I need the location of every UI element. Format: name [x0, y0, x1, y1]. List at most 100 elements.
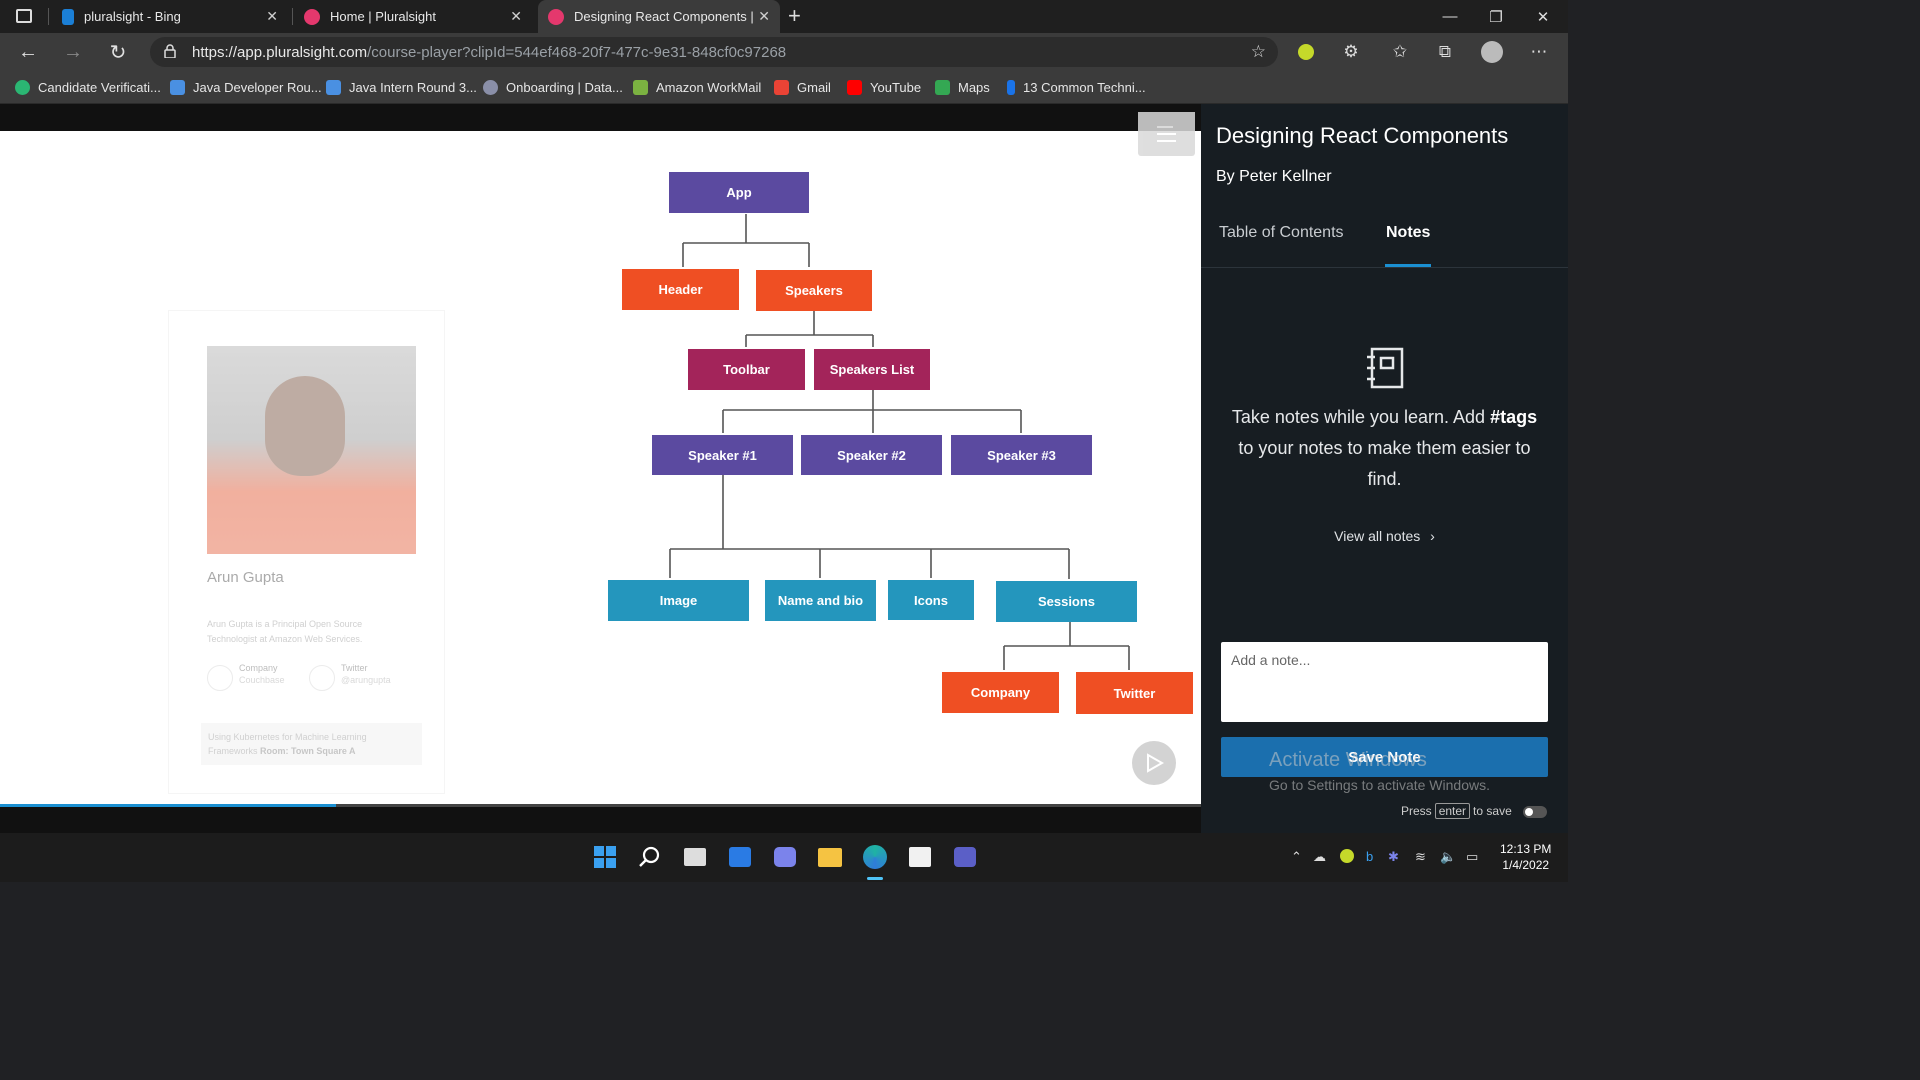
next-clip-button[interactable]	[1132, 741, 1176, 785]
node-icons: Icons	[888, 580, 974, 620]
maps-icon	[935, 79, 950, 95]
bookmark-label: Java Developer Rou...	[193, 79, 322, 95]
tab-pluralsight-home[interactable]: Home | Pluralsight ✕	[296, 0, 532, 33]
notes-empty-message: Take notes while you learn. Add #tags to…	[1231, 402, 1538, 495]
teams-chat-icon[interactable]	[771, 843, 799, 871]
tab-title: Home | Pluralsight	[330, 9, 436, 24]
teams-tray-icon[interactable]: ✱	[1388, 849, 1399, 865]
browser-tab-bar: pluralsight - Bing ✕ Home | Pluralsight …	[0, 0, 1568, 33]
widgets-icon[interactable]	[726, 843, 754, 871]
node-app: App	[669, 172, 809, 213]
tab-title: Designing React Components | P	[574, 9, 754, 24]
bookmark-label: Onboarding | Data...	[506, 79, 623, 95]
onedrive-icon[interactable]: ☁	[1313, 849, 1326, 865]
search-icon[interactable]	[636, 843, 664, 871]
system-clock[interactable]: 12:13 PM 1/4/2022	[1500, 841, 1551, 873]
gmail-icon	[774, 79, 789, 95]
activate-windows-subtitle: Go to Settings to activate Windows.	[1269, 777, 1490, 793]
bookmark-item[interactable]: Candidate Verificati...	[15, 78, 161, 96]
forward-icon[interactable]: →	[59, 39, 87, 65]
restore-icon[interactable]: ❐	[1473, 0, 1519, 33]
node-sessions: Sessions	[996, 581, 1137, 622]
bookmark-item[interactable]: Java Developer Rou...	[170, 78, 322, 96]
notebook-icon	[1367, 347, 1404, 389]
bookmark-item[interactable]: Amazon WorkMail	[633, 78, 761, 96]
tab-actions-icon[interactable]	[16, 9, 32, 23]
profile-avatar[interactable]	[1481, 41, 1503, 63]
close-window-icon[interactable]: ✕	[1520, 0, 1566, 33]
add-note-input[interactable]	[1221, 642, 1548, 722]
wifi-icon[interactable]: ≋	[1415, 849, 1426, 865]
refresh-icon[interactable]: ↻	[104, 39, 132, 65]
bookmark-label: Maps	[958, 79, 990, 95]
battery-icon[interactable]: ▭	[1466, 849, 1478, 865]
hint-prefix: Press	[1401, 804, 1432, 818]
bookmark-item[interactable]: Gmail	[774, 78, 831, 96]
bookmark-label: Gmail	[797, 79, 831, 95]
edge-icon[interactable]	[861, 843, 889, 871]
pluralsight-icon	[548, 8, 564, 25]
bookmark-label: YouTube	[870, 79, 922, 95]
node-speakers: Speakers	[756, 270, 872, 311]
bookmark-item[interactable]: Onboarding | Data...	[483, 78, 623, 96]
bookmark-item[interactable]: Java Intern Round 3...	[326, 78, 477, 96]
chevron-right-icon: ›	[1430, 528, 1435, 544]
video-player[interactable]: Arun Gupta Arun Gupta is a Principal Ope…	[0, 104, 1201, 833]
extension-tray-icon[interactable]	[1340, 849, 1354, 863]
minimize-icon[interactable]: —	[1427, 0, 1473, 33]
close-icon[interactable]: ✕	[758, 8, 770, 25]
node-twitter: Twitter	[1076, 672, 1193, 714]
tabs-divider	[1201, 267, 1568, 268]
chevron-up-icon[interactable]: ⌃	[1291, 849, 1302, 865]
puzzle-icon[interactable]: ⚙	[1340, 41, 1362, 63]
rocket-icon	[483, 79, 498, 95]
bing-icon	[62, 8, 74, 25]
back-icon[interactable]: ←	[14, 39, 42, 65]
view-all-notes-link[interactable]: View all notes ›	[1201, 528, 1568, 544]
view-all-label: View all notes	[1334, 528, 1421, 544]
tags-keyword: #tags	[1490, 407, 1538, 427]
enter-key: enter	[1434, 803, 1471, 819]
more-icon[interactable]: ⋯	[1528, 41, 1550, 63]
progress-fill	[0, 804, 337, 807]
new-tab-button[interactable]: +	[788, 3, 801, 29]
store-icon[interactable]	[906, 843, 934, 871]
bookmark-item[interactable]: Maps	[935, 78, 990, 96]
course-author: By Peter Kellner	[1216, 168, 1332, 185]
close-icon[interactable]: ✕	[266, 8, 278, 25]
file-explorer-icon[interactable]	[816, 843, 844, 871]
close-icon[interactable]: ✕	[510, 8, 522, 25]
bookmark-item[interactable]: YouTube	[847, 78, 921, 96]
favorites-icon[interactable]: ✩	[1389, 41, 1411, 63]
collections-icon[interactable]: ⧉	[1434, 41, 1456, 63]
favorite-add-icon[interactable]: ☆	[1251, 42, 1266, 62]
extension-icon[interactable]	[1295, 41, 1317, 63]
activate-windows-title: Activate Windows	[1269, 749, 1427, 771]
node-speaker-1: Speaker #1	[652, 435, 793, 475]
node-name-and-bio: Name and bio	[765, 580, 876, 621]
volume-icon[interactable]: 🔈	[1440, 849, 1456, 865]
enter-to-save-toggle[interactable]	[1523, 806, 1547, 818]
windows-taskbar: ⌃ ☁ b ✱ ≋ 🔈 ▭ 12:13 PM 1/4/2022	[0, 833, 1568, 882]
start-icon[interactable]	[591, 843, 619, 871]
tab-table-of-contents[interactable]: Table of Contents	[1219, 224, 1344, 242]
active-app-indicator	[867, 877, 883, 880]
player-menu-button[interactable]	[1138, 112, 1195, 156]
node-speaker-3: Speaker #3	[951, 435, 1092, 475]
tab-designing-react[interactable]: Designing React Components | P ✕	[538, 0, 780, 33]
course-title: Designing React Components	[1216, 123, 1509, 148]
bookmark-item[interactable]: 13 Common Techni...	[1007, 78, 1146, 96]
node-speakers-list: Speakers List	[814, 349, 930, 390]
menu-icon	[1157, 126, 1176, 142]
progress-bar[interactable]	[0, 804, 1201, 807]
clock-date: 1/4/2022	[1502, 858, 1550, 872]
empty-text-1: Take notes while you learn. Add	[1231, 407, 1486, 427]
tab-bing[interactable]: pluralsight - Bing ✕	[56, 0, 288, 33]
task-view-icon[interactable]	[681, 843, 709, 871]
bing-tray-icon[interactable]: b	[1366, 849, 1373, 864]
tab-notes[interactable]: Notes	[1386, 224, 1430, 242]
bookmark-label: Amazon WorkMail	[656, 79, 762, 95]
url-field[interactable]: https://app.pluralsight.com/course-playe…	[150, 37, 1278, 67]
teams-icon[interactable]	[951, 843, 979, 871]
check-circle-icon	[15, 79, 30, 95]
